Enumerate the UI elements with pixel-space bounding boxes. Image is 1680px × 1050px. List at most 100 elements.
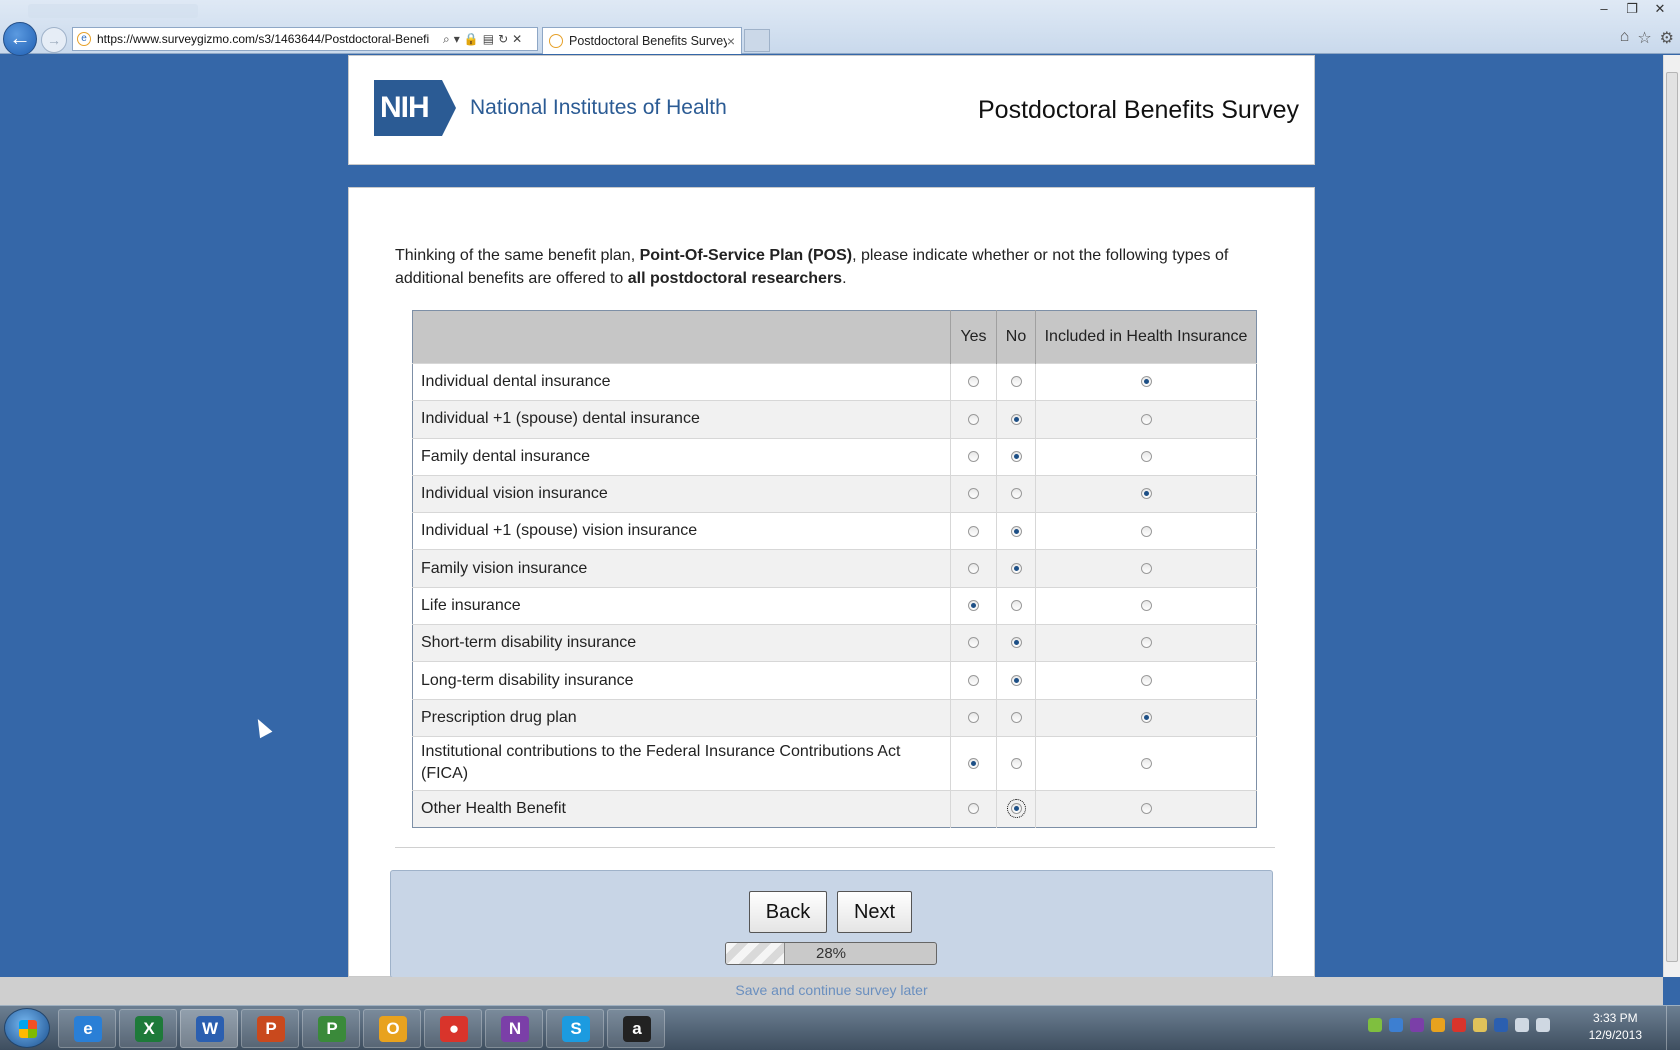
page-scrollbar[interactable]: [1663, 55, 1680, 977]
radio-no[interactable]: [1010, 637, 1022, 649]
minimize-icon[interactable]: –: [1590, 0, 1618, 18]
radio-yes[interactable]: [968, 600, 979, 612]
radio-yes[interactable]: [968, 674, 979, 686]
save-later-link[interactable]: Save and continue survey later: [0, 982, 1663, 998]
radio-no[interactable]: [1010, 488, 1022, 500]
taskbar-app-project[interactable]: P: [302, 1009, 360, 1048]
radio-yes[interactable]: [968, 562, 979, 574]
tray-network-icon[interactable]: [1389, 1018, 1403, 1032]
home-icon[interactable]: ⌂: [1620, 28, 1630, 48]
close-window-icon[interactable]: ✕: [1646, 0, 1674, 18]
address-bar[interactable]: e https://www.surveygizmo.com/s3/1463644…: [72, 27, 538, 51]
radio-included[interactable]: [1140, 413, 1152, 425]
radio-no[interactable]: [1010, 674, 1022, 686]
tray-lock-icon[interactable]: [1473, 1018, 1487, 1032]
grid-cell-no: [996, 549, 1036, 588]
radio-yes[interactable]: [968, 712, 979, 724]
radio-no[interactable]: [1010, 413, 1022, 425]
show-desktop-button[interactable]: [1666, 1006, 1680, 1050]
radio-yes[interactable]: [968, 757, 979, 769]
grid-header-no: No: [996, 310, 1036, 364]
radio-no[interactable]: [1010, 600, 1022, 612]
radio-included[interactable]: [1140, 674, 1152, 686]
taskbar-app-word[interactable]: W: [180, 1009, 238, 1048]
taskbar-app-powerpoint[interactable]: P: [241, 1009, 299, 1048]
search-icon[interactable]: ⌕: [443, 32, 450, 47]
question-audience: all postdoctoral researchers: [627, 270, 843, 287]
radio-included[interactable]: [1140, 525, 1152, 537]
next-button[interactable]: Next: [837, 891, 912, 933]
taskbar-app-onenote[interactable]: N: [485, 1009, 543, 1048]
tray-security-icon[interactable]: [1452, 1018, 1466, 1032]
radio-included[interactable]: [1140, 600, 1152, 612]
radio-no[interactable]: [1010, 712, 1022, 724]
taskbar-clock[interactable]: 3:33 PM 12/9/2013: [1589, 1010, 1642, 1044]
scrollbar-thumb[interactable]: [1666, 72, 1678, 962]
grid-row-label: Individual +1 (spouse) vision insurance: [412, 512, 951, 550]
grid-row-label: Family dental insurance: [412, 437, 951, 476]
tray-onenote-icon[interactable]: [1410, 1018, 1424, 1032]
tray-volume-icon[interactable]: [1536, 1018, 1550, 1032]
taskbar-app-excel[interactable]: X: [119, 1009, 177, 1048]
radio-included[interactable]: [1140, 376, 1152, 388]
taskbar-app-skype[interactable]: S: [546, 1009, 604, 1048]
new-tab-button[interactable]: [744, 29, 770, 52]
grid-row-label: Short-term disability insurance: [412, 624, 951, 662]
refresh-icon[interactable]: ↻: [498, 32, 508, 47]
favorites-star-icon[interactable]: ☆: [1637, 28, 1651, 48]
radio-yes[interactable]: [968, 525, 979, 537]
word-icon: W: [196, 1016, 224, 1042]
browser-tab[interactable]: Postdoctoral Benefits Survey ×: [542, 27, 742, 54]
back-arrow-icon[interactable]: ←: [3, 22, 37, 56]
radio-yes[interactable]: [968, 637, 979, 649]
tray-app-icon[interactable]: [1368, 1018, 1382, 1032]
tray-update-icon[interactable]: [1431, 1018, 1445, 1032]
grid-cell-yes: [950, 549, 997, 588]
radio-no[interactable]: [1006, 799, 1026, 819]
lock-icon[interactable]: 🔒: [464, 32, 479, 47]
stop-icon[interactable]: ✕: [512, 32, 522, 47]
radio-included[interactable]: [1140, 712, 1152, 724]
radio-included[interactable]: [1140, 637, 1152, 649]
grid-cell-included: [1035, 400, 1257, 439]
taskbar-app-internet-explorer[interactable]: e: [58, 1009, 116, 1048]
settings-gear-icon[interactable]: ⚙: [1660, 28, 1674, 48]
radio-no[interactable]: [1010, 525, 1022, 537]
grid-cell-included: [1035, 624, 1257, 662]
radio-yes[interactable]: [968, 488, 979, 500]
start-button[interactable]: [4, 1008, 50, 1048]
powerpoint-icon: P: [257, 1016, 285, 1042]
grid-row: Individual vision insurance: [412, 474, 1257, 513]
radio-no[interactable]: [1010, 376, 1022, 388]
forward-arrow-icon[interactable]: →: [41, 27, 67, 53]
taskbar-app-amazon[interactable]: a: [607, 1009, 665, 1048]
taskbar-app-chrome[interactable]: ●: [424, 1009, 482, 1048]
grid-cell-no: [996, 400, 1036, 439]
radio-included[interactable]: [1140, 451, 1152, 462]
question-text-part: Thinking of the same benefit plan,: [395, 247, 640, 264]
tray-vpn-icon[interactable]: [1494, 1018, 1508, 1032]
back-button[interactable]: Back: [749, 891, 827, 933]
radio-yes[interactable]: [968, 376, 979, 388]
dropdown-icon[interactable]: ▾: [454, 32, 460, 47]
radio-included[interactable]: [1140, 757, 1152, 769]
radio-no[interactable]: [1010, 562, 1022, 574]
radio-no[interactable]: [1010, 757, 1022, 769]
grid-cell-no: [996, 474, 1036, 513]
skype-icon: S: [562, 1016, 590, 1042]
radio-yes[interactable]: [968, 803, 979, 815]
radio-included[interactable]: [1140, 562, 1152, 574]
restore-icon[interactable]: ❐: [1618, 0, 1646, 18]
navigation-panel: Back Next 28%: [390, 870, 1273, 978]
radio-yes[interactable]: [968, 451, 979, 462]
radio-no[interactable]: [1010, 451, 1022, 462]
radio-yes[interactable]: [968, 413, 979, 425]
tray-flag-icon[interactable]: [1515, 1018, 1529, 1032]
radio-included[interactable]: [1140, 803, 1152, 815]
radio-included[interactable]: [1140, 488, 1152, 500]
site-favicon-icon: e: [77, 32, 91, 46]
taskbar-app-outlook[interactable]: O: [363, 1009, 421, 1048]
url-text[interactable]: https://www.surveygizmo.com/s3/1463644/P…: [97, 32, 437, 46]
compat-view-icon[interactable]: ▤: [483, 32, 494, 47]
tab-close-icon[interactable]: ×: [727, 33, 735, 49]
